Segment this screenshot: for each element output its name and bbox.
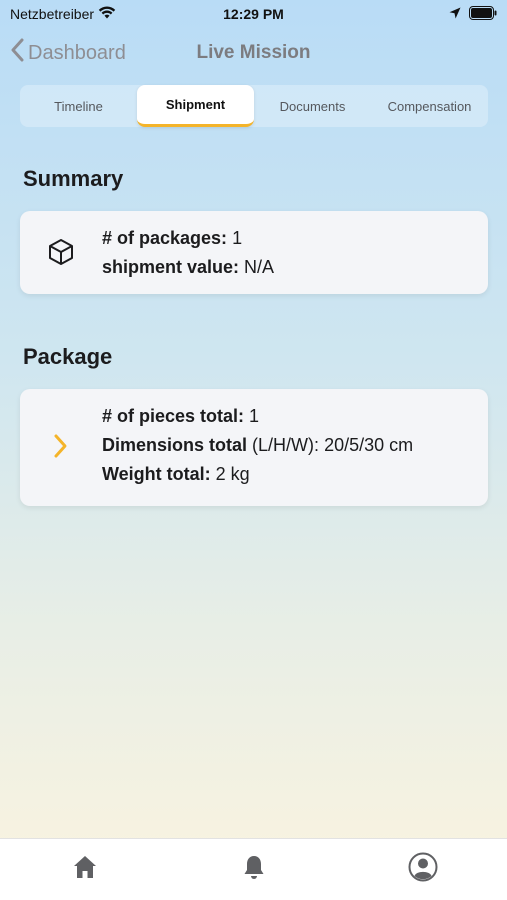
dimensions-label: Dimensions total — [102, 435, 248, 455]
status-left: Netzbetreiber — [10, 6, 116, 22]
packages-label: # of packages: — [102, 228, 228, 248]
location-arrow-icon — [449, 6, 461, 22]
status-bar: Netzbetreiber 12:29 PM — [0, 0, 507, 28]
packages-value: 1 — [232, 228, 243, 248]
summary-heading: Summary — [23, 166, 124, 191]
weight-label: Weight total: — [102, 464, 211, 484]
profile-icon — [408, 852, 438, 887]
pieces-row: # of pieces total: 1 — [102, 402, 413, 431]
tab-bar-home[interactable] — [55, 848, 115, 892]
summary-value-row: shipment value: N/A — [102, 253, 274, 282]
tab-shipment[interactable]: Shipment — [137, 85, 254, 127]
chevron-right-icon — [53, 433, 69, 464]
carrier-name: Netzbetreiber — [10, 6, 95, 22]
bell-icon — [242, 854, 266, 885]
status-right — [449, 5, 497, 23]
shipment-value-value: N/A — [244, 257, 275, 277]
page-title: Live Mission — [196, 42, 311, 63]
bottom-tab-bar — [0, 838, 507, 900]
pieces-label: # of pieces total: — [102, 406, 245, 426]
summary-card: # of packages: 1 shipment value: N/A — [20, 211, 488, 294]
battery-icon — [469, 5, 497, 23]
summary-packages-row: # of packages: 1 — [102, 224, 274, 253]
summary-text: # of packages: 1 shipment value: N/A — [102, 224, 274, 282]
wifi-icon — [98, 6, 116, 22]
package-heading: Package — [23, 344, 113, 369]
weight-row: Weight total: 2 kg — [102, 460, 413, 489]
tab-timeline[interactable]: Timeline — [20, 85, 137, 127]
tab-compensation[interactable]: Compensation — [371, 85, 488, 127]
segment-tabs: Timeline Shipment Documents Compensation — [20, 85, 488, 127]
home-icon — [72, 854, 98, 885]
navigation-bar: Dashboard Live Mission — [0, 30, 507, 74]
shipment-value-label: shipment value: — [102, 257, 240, 277]
package-text: # of pieces total: 1 Dimensions total (L… — [102, 402, 413, 489]
dimensions-row: Dimensions total (L/H/W): 20/5/30 cm — [102, 431, 413, 460]
tab-documents[interactable]: Documents — [254, 85, 371, 127]
pieces-value: 1 — [249, 406, 260, 426]
tab-bar-profile[interactable] — [393, 848, 453, 892]
dimensions-unit: (L/H/W): — [252, 435, 320, 455]
dimensions-value: 20/5/30 cm — [324, 435, 414, 455]
tab-bar-notifications[interactable] — [224, 848, 284, 892]
weight-value: 2 kg — [215, 464, 250, 484]
package-card[interactable]: # of pieces total: 1 Dimensions total (L… — [20, 389, 488, 506]
package-box-icon — [46, 237, 76, 272]
